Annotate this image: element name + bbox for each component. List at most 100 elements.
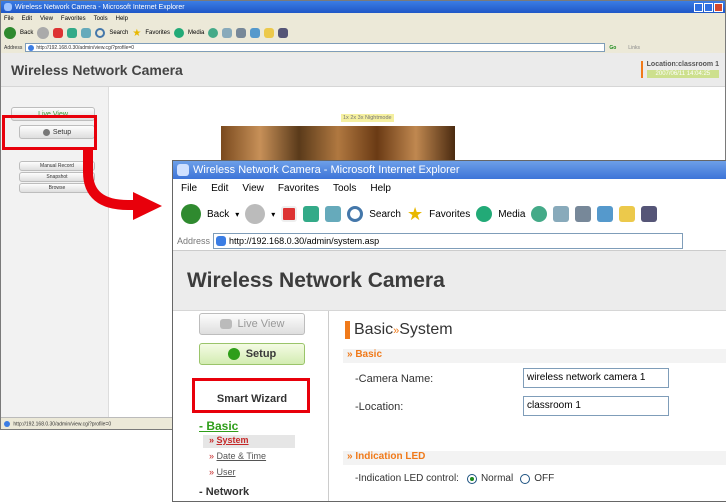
history-icon[interactable] [531,206,548,222]
refresh-icon[interactable] [303,206,320,222]
menu-edit[interactable]: Edit [22,16,32,22]
front-address-bar: Address http://192.168.0.30/admin/system… [173,231,726,251]
menu-help[interactable]: Help [370,183,391,194]
menu-tools[interactable]: Tools [94,16,108,22]
back-address-field[interactable]: http://192.168.0.30/admin/view.cgi?profi… [25,43,606,52]
mail-icon[interactable] [222,28,233,38]
sidebar-item-system[interactable]: » System [203,435,295,448]
manual-record-button[interactable]: Manual Record [19,161,95,171]
camera-name-field[interactable]: wireless network camera 1 [523,368,669,388]
front-address-field[interactable]: http://192.168.0.30/admin/system.asp [213,232,684,249]
go-button[interactable]: Go [609,45,616,51]
camera-name-label: -Camera Name: [355,373,434,385]
print-icon[interactable] [236,28,247,38]
media-icon [174,28,185,38]
highlight-smart-wizard-box [192,378,310,413]
home-icon[interactable] [81,28,92,38]
front-page-header: Wireless Network Camera [173,251,726,311]
front-header-title: Wireless Network Camera [187,268,445,292]
network-menu-heading[interactable]: - Network [199,486,249,498]
back-page-header: Wireless Network Camera Location:classro… [1,53,725,87]
menu-favorites[interactable]: Favorites [61,16,86,22]
back-window-title: Wireless Network Camera - Microsoft Inte… [15,3,185,11]
search-label[interactable]: Search [369,209,401,220]
led-normal-radio[interactable] [466,473,477,484]
search-icon [95,28,106,38]
mail-icon[interactable] [553,206,570,222]
snapshot-button[interactable]: Snapshot [19,172,95,182]
sidebar-item-user[interactable]: » User [209,467,236,477]
edit-icon[interactable] [250,28,261,38]
menu-help[interactable]: Help [116,16,128,22]
folder-icon[interactable] [264,28,275,38]
sub-menu: Manual Record Snapshot Browse [19,161,95,193]
led-off-radio[interactable] [520,473,531,484]
back-toolbar: Back Search ★ Favorites Media [1,24,725,42]
history-icon[interactable] [208,28,219,38]
led-control-row: -Indication LED control: Normal OFF [355,473,554,484]
led-off-label[interactable]: OFF [534,473,554,484]
favorites-label[interactable]: Favorites [145,30,170,36]
menu-file[interactable]: File [4,16,14,22]
search-icon [347,206,364,222]
ie-icon-front [177,164,189,176]
favorites-label[interactable]: Favorites [429,209,470,220]
highlight-setup-box [2,115,97,150]
live-view-icon [219,319,232,329]
location-field[interactable]: classroom 1 [523,396,669,416]
front-title-bar: Wireless Network Camera - Microsoft Inte… [173,161,726,179]
led-normal-label[interactable]: Normal [481,473,513,484]
back-label[interactable]: Back [20,30,33,36]
zoom-links[interactable]: 1x 2x 3x Nightmode [341,114,394,122]
location-panel: Location:classroom 1 2007/06/11 14:04:25 [640,61,719,78]
stop-icon[interactable] [281,206,298,222]
live-view-button[interactable]: Live View [199,313,305,335]
main-content: Basic»System » Basic -Camera Name: wirel… [341,313,726,501]
setup-button[interactable]: Setup [199,343,305,365]
menu-view[interactable]: View [40,16,53,22]
address-label: Address [4,44,23,51]
home-icon[interactable] [325,206,342,222]
favorites-icon: ★ [132,27,142,39]
print-icon[interactable] [575,206,592,222]
back-icon[interactable] [4,27,16,39]
back-label[interactable]: Back [207,209,229,220]
browse-button[interactable]: Browse [19,183,95,193]
led-control-label: -Indication LED control: [355,473,459,484]
front-window-title: Wireless Network Camera - Microsoft Inte… [193,164,460,176]
media-label[interactable]: Media [188,30,204,36]
forward-icon[interactable] [37,27,50,39]
forward-icon[interactable] [245,204,266,224]
links-label[interactable]: Links [628,45,640,51]
back-icon[interactable] [181,204,201,224]
status-page-icon [4,421,10,427]
search-label[interactable]: Search [109,30,128,36]
back-dropdown-icon[interactable]: ▾ [235,210,239,219]
sidebar-item-date-time[interactable]: » Date & Time [209,451,266,461]
refresh-icon[interactable] [67,28,78,38]
folder-icon[interactable] [619,206,636,222]
ie-icon [4,3,12,11]
setup-icon [227,348,240,360]
menu-favorites[interactable]: Favorites [278,183,319,194]
back-title-bar: Wireless Network Camera - Microsoft Inte… [1,1,725,13]
edit-icon[interactable] [597,206,614,222]
menu-tools[interactable]: Tools [333,183,356,194]
menu-file[interactable]: File [181,183,197,194]
stop-icon[interactable] [53,28,64,38]
window-controls[interactable] [694,2,725,12]
media-label[interactable]: Media [498,209,525,220]
forward-dropdown-icon[interactable]: ▾ [271,210,275,219]
front-menu-bar: File Edit View Favorites Tools Help [173,179,726,197]
camera-video-view [221,126,455,162]
messenger-icon[interactable] [641,206,658,222]
menu-edit[interactable]: Edit [211,183,228,194]
messenger-icon[interactable] [278,28,289,38]
section-basic-header: » Basic [343,349,726,363]
front-browser-window: Wireless Network Camera - Microsoft Inte… [172,160,726,502]
section-led-header: » Indication LED [343,451,726,465]
chevron-icon: » [209,467,215,477]
location-label: Location:classroom 1 [646,61,719,68]
menu-view[interactable]: View [242,183,264,194]
basic-menu-heading[interactable]: - Basic [199,419,238,433]
